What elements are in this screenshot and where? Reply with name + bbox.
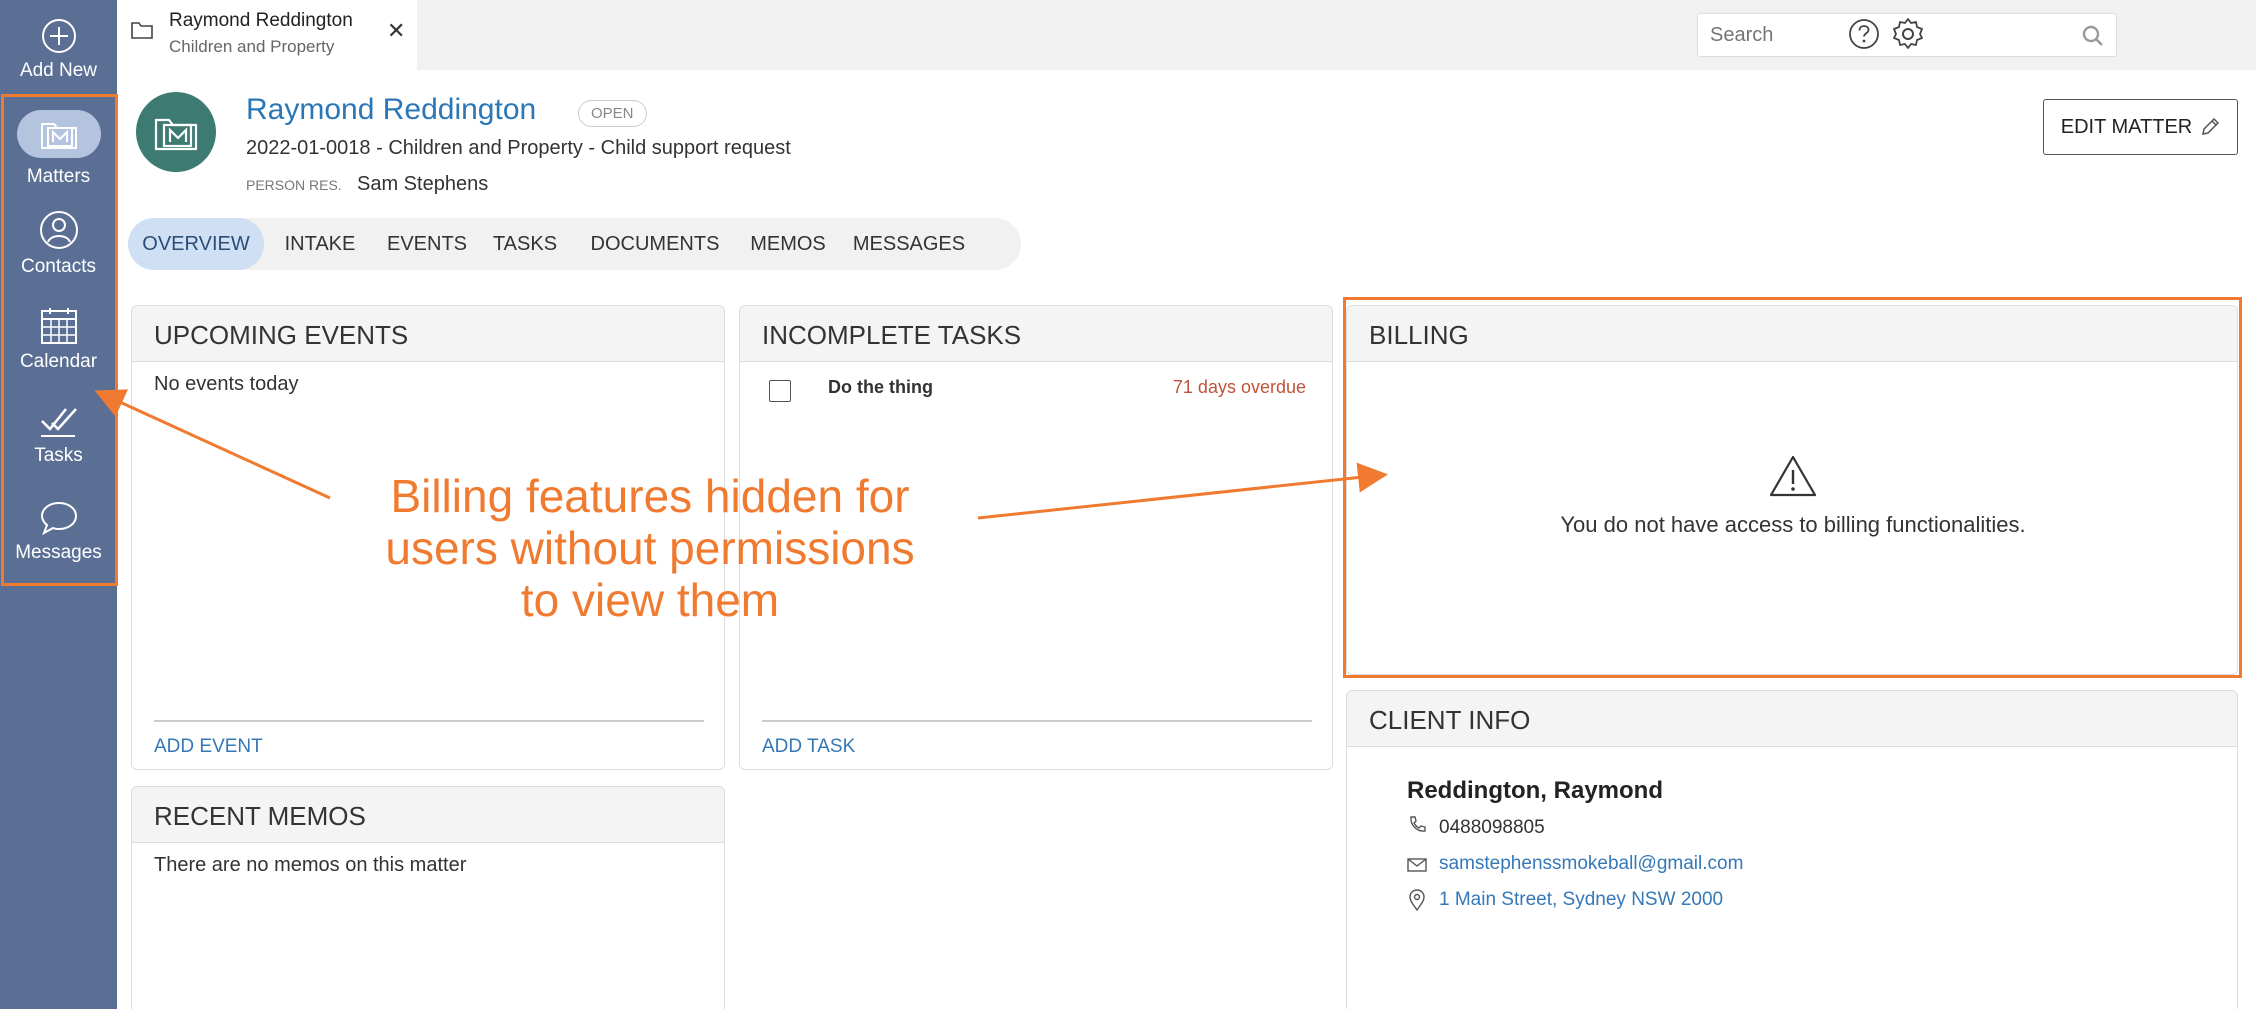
annotation-arrows (94, 389, 1388, 520)
annotation-arrow-right (977, 462, 1388, 520)
annotation-arrow-left (94, 389, 331, 500)
